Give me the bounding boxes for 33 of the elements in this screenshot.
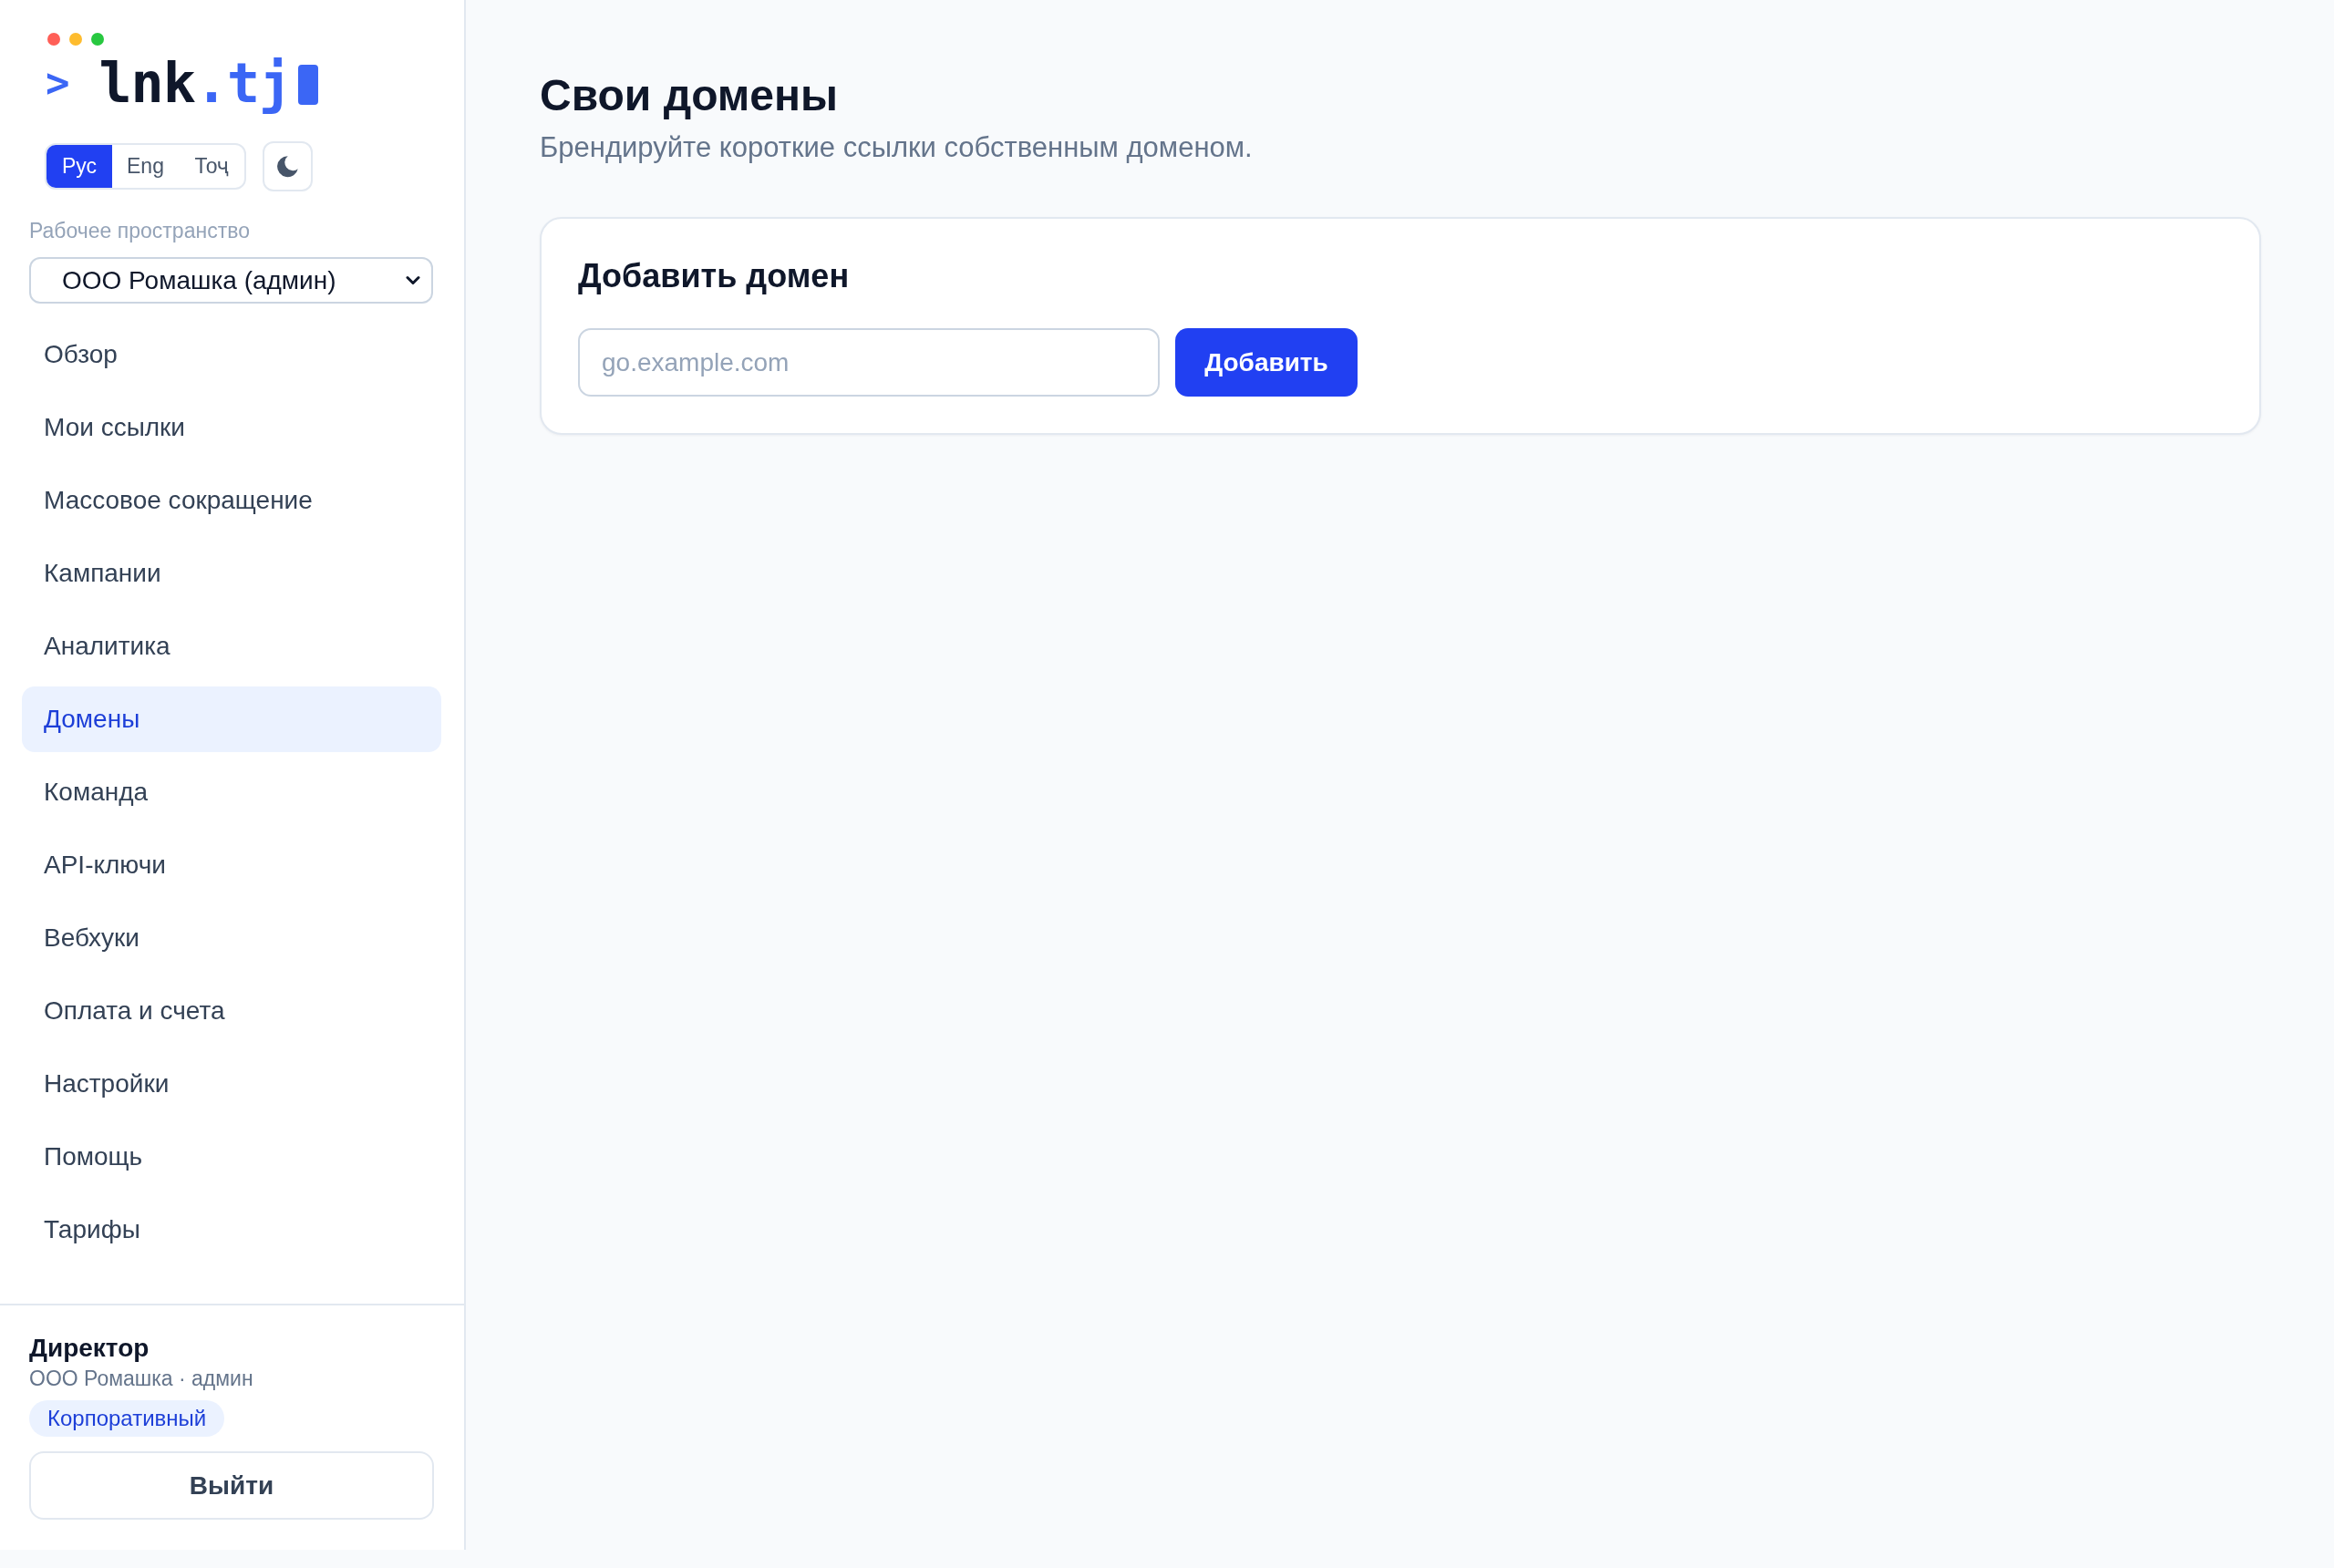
- language-option[interactable]: Тоҷ: [178, 145, 244, 188]
- cursor-block-icon: [298, 65, 319, 105]
- language-option[interactable]: Рус: [46, 145, 112, 188]
- nav-item[interactable]: Вебхуки: [22, 905, 441, 971]
- theme-toggle-button[interactable]: [262, 141, 313, 191]
- user-name: Директор: [29, 1333, 150, 1364]
- nav-item[interactable]: Оплата и счета: [22, 978, 441, 1044]
- moon-icon: [275, 155, 299, 178]
- add-button[interactable]: Добавить: [1175, 328, 1358, 397]
- workspace-select[interactable]: ООО Ромашка (админ): [29, 257, 433, 304]
- page-subtitle: Брендируйте короткие ссылки собственным доменом.: [540, 131, 1254, 164]
- domain-input[interactable]: go.example.com: [578, 328, 1160, 397]
- language-option[interactable]: Eng: [112, 145, 179, 188]
- logout-button[interactable]: Выйти: [29, 1451, 434, 1520]
- nav-item[interactable]: Кампании: [22, 541, 441, 606]
- nav-item[interactable]: Мои ссылки: [22, 395, 441, 460]
- nav-item[interactable]: Тарифы: [22, 1197, 441, 1263]
- chevron-down-icon: [406, 275, 420, 285]
- nav-item[interactable]: Команда: [22, 759, 441, 825]
- card-title: Добавить домен: [578, 257, 851, 295]
- nav-item[interactable]: Настройки: [22, 1051, 441, 1117]
- nav-item[interactable]: Аналитика: [22, 614, 441, 679]
- nav-item[interactable]: Домены: [22, 686, 441, 752]
- nav-item[interactable]: API-ключи: [22, 832, 441, 898]
- plan-badge: Корпоративный: [29, 1400, 225, 1437]
- workspace-label: Рабочее пространство: [29, 219, 251, 242]
- user-organization: ООО Ромашка · админ: [29, 1366, 253, 1391]
- logo-prompt: >: [46, 63, 70, 103]
- nav-item[interactable]: Помощь: [22, 1124, 441, 1190]
- page-title: Свои домены: [540, 71, 840, 120]
- nav-item[interactable]: Обзор: [22, 322, 441, 387]
- nav-item[interactable]: Массовое сокращение: [22, 468, 441, 533]
- window-dots-icon: [47, 33, 104, 46]
